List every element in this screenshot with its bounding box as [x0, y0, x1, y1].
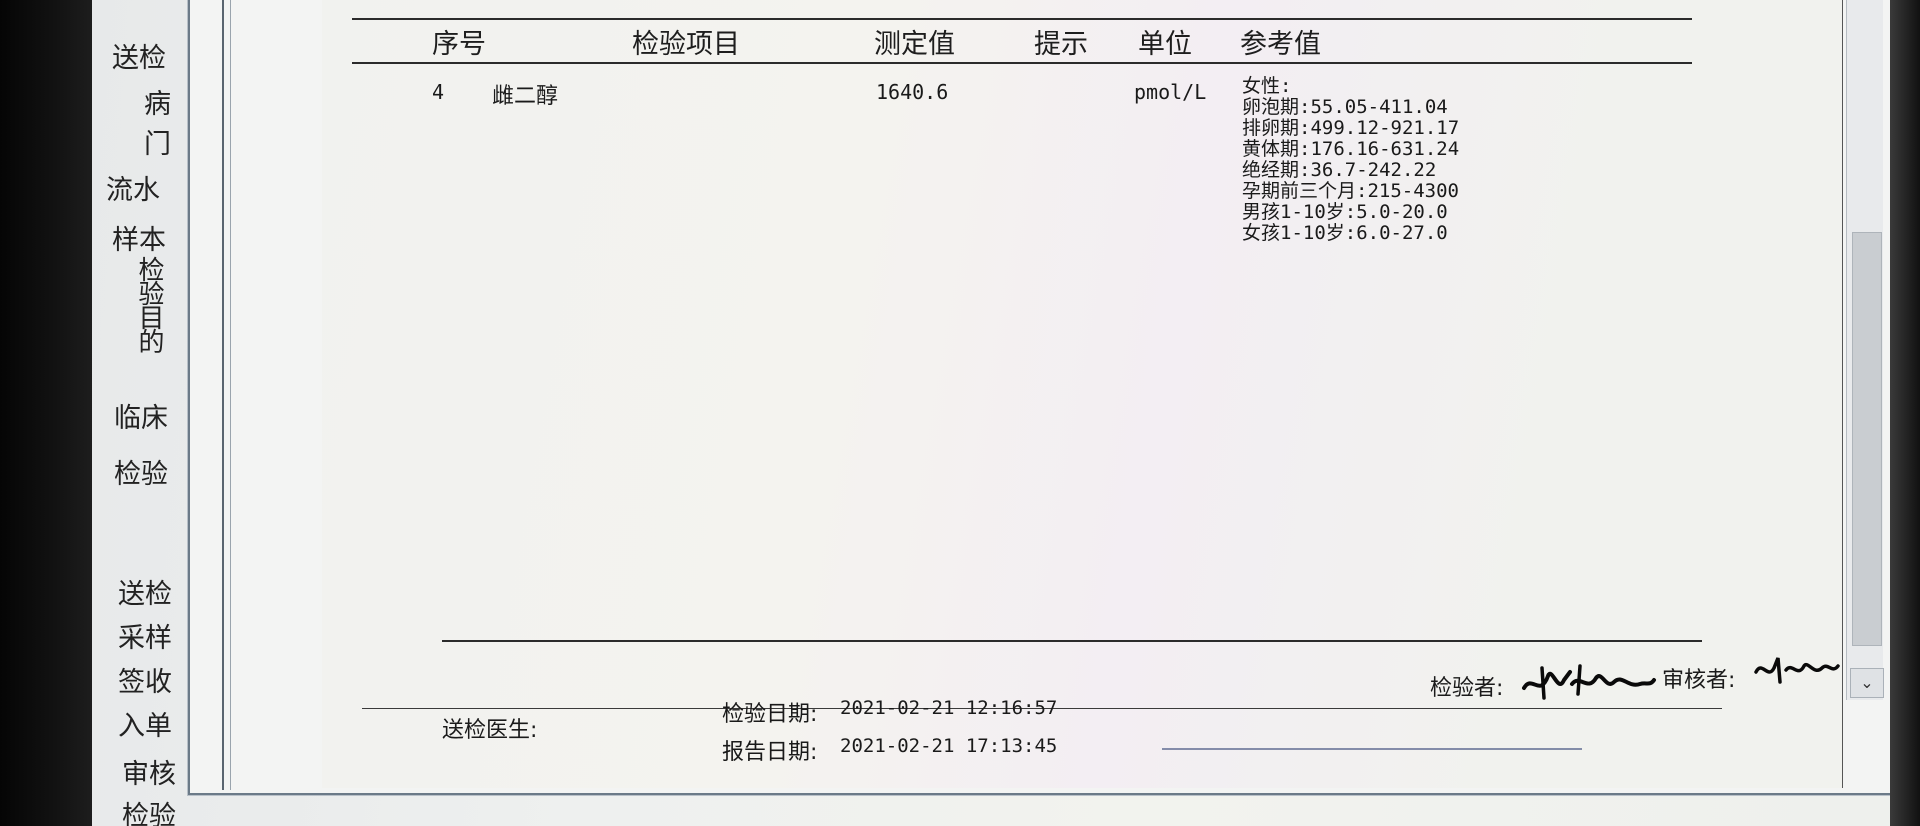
header-value: 测定值: [874, 29, 955, 60]
row-seq: 4: [432, 80, 445, 104]
bg-label-review: 审核: [122, 759, 176, 790]
screen: 送检 病 门 流水 样本 检验目的 临床 检验 送检 采样 签收 入单 审核 检…: [92, 0, 1890, 826]
test-date-label: 检验日期:: [722, 702, 818, 727]
ref-line: 女性:: [1242, 75, 1292, 97]
monitor-bezel-right: [1890, 0, 1920, 826]
bg-label-sample: 样本: [112, 225, 166, 256]
ref-line: 卵泡期:55.05-411.04: [1242, 96, 1448, 118]
header-unit: 单位: [1138, 29, 1192, 60]
header-ref: 参考值: [1240, 29, 1321, 60]
bg-label-serial: 流水: [106, 175, 160, 206]
row-item: 雌二醇: [492, 84, 559, 109]
report-date-value: 2021-02-21 17:13:45: [840, 735, 1058, 757]
ref-line: 女孩1-10岁:6.0-27.0: [1242, 222, 1448, 244]
blur-text-line: [1162, 748, 1582, 750]
bg-label-send: 送检: [112, 43, 166, 74]
lab-report: 序号 检验项目 测定值 提示 单位 参考值 4 雌二醇 1640.6 pmol/…: [322, 0, 1843, 788]
doctor-label: 送检医生:: [442, 718, 538, 743]
report-dialog: 序号 检验项目 测定值 提示 单位 参考值 4 雌二醇 1640.6 pmol/…: [188, 0, 1890, 795]
ref-line: 孕期前三个月:215-4300: [1242, 180, 1459, 202]
ref-line: 排卵期:499.12-921.17: [1242, 117, 1460, 139]
scrollbar-thumb[interactable]: [1852, 232, 1882, 646]
dialog-edge: [222, 0, 224, 790]
background-form: 送检 病 门 流水 样本 检验目的 临床 检验 送检 采样 签收 入单 审核 检…: [92, 0, 192, 826]
footer-rule: [442, 640, 1702, 642]
reviewer-label: 审核者:: [1662, 668, 1736, 693]
header-seq: 序号: [432, 29, 486, 60]
chevron-down-icon[interactable]: ⌄: [1850, 668, 1884, 698]
ref-line: 男孩1-10岁:5.0-20.0: [1242, 201, 1448, 223]
test-date-value: 2021-02-21 12:16:57: [840, 697, 1058, 719]
monitor-bezel-left: [0, 0, 92, 826]
row-unit: pmol/L: [1134, 80, 1207, 104]
header-bottom-rule: [352, 62, 1692, 64]
ref-line: 黄体期:176.16-631.24: [1242, 138, 1460, 160]
row-value: 1640.6: [876, 80, 949, 104]
dialog-edge-inner: [230, 0, 231, 790]
bg-label-clinic: 临床: [114, 403, 168, 434]
header-top-rule: [352, 18, 1692, 20]
inspector-label: 检验者:: [1430, 676, 1504, 701]
bg-label-receive: 签收: [118, 667, 172, 698]
row-reference-range: 女性: 卵泡期:55.05-411.04 排卵期:499.12-921.17 黄…: [1242, 76, 1459, 244]
bg-label-test: 检验: [114, 459, 168, 490]
ref-line: 绝经期:36.7-242.22: [1242, 159, 1437, 181]
bg-label-door: 门: [144, 129, 171, 160]
inspector-signature: [1522, 664, 1656, 700]
reviewer-signature: [1754, 657, 1840, 684]
bg-label-entry: 入单: [118, 711, 172, 742]
bg-label-test2: 检验: [122, 801, 176, 826]
bg-label-ill: 病: [144, 89, 171, 120]
report-date-label: 报告日期:: [722, 740, 818, 765]
bg-label-purpose: 检验目的: [134, 256, 164, 352]
bg-label-send2: 送检: [118, 579, 172, 610]
header-hint: 提示: [1034, 29, 1088, 60]
bg-label-collect: 采样: [118, 623, 172, 654]
header-item: 检验项目: [632, 29, 740, 60]
